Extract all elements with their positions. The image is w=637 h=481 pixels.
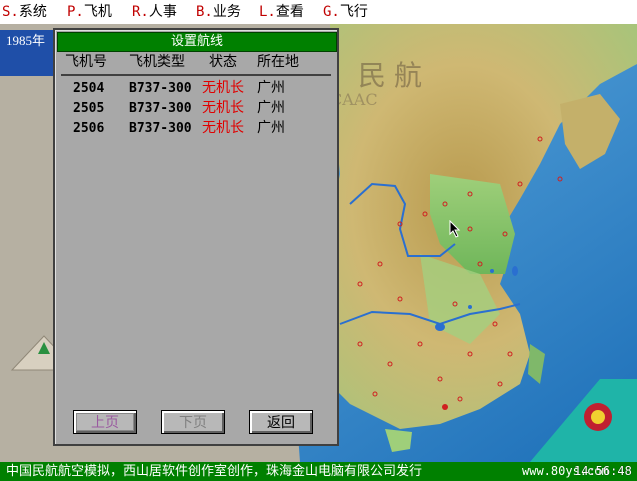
aircraft-type: B737-300: [129, 121, 192, 136]
dialog-title: 设置航线: [57, 32, 337, 52]
col-header-aircraft-no: 飞机号: [65, 54, 107, 70]
aircraft-row[interactable]: 2504 B737-300 无机长 广州: [55, 78, 337, 99]
menu-personnel-label: 人事: [148, 4, 177, 20]
menu-system[interactable]: S.系统: [2, 0, 47, 24]
game-clock: 14:56:48: [574, 464, 632, 478]
menu-personnel[interactable]: R.人事: [132, 0, 177, 24]
menu-view-hotkey: L.: [259, 4, 276, 20]
next-page-button[interactable]: 下页: [161, 410, 225, 434]
menu-system-label: 系统: [18, 4, 47, 20]
aircraft-row[interactable]: 2506 B737-300 无机长 广州: [55, 118, 337, 139]
prev-page-button[interactable]: 上页: [73, 410, 137, 434]
col-header-location: 所在地: [257, 54, 299, 70]
map-watermark: 民航: [358, 59, 431, 92]
aircraft-type: B737-300: [129, 101, 192, 116]
menu-business[interactable]: B.业务: [196, 0, 241, 24]
aircraft-id: 2506: [73, 121, 105, 136]
col-header-status: 状态: [209, 54, 237, 70]
menu-business-label: 业务: [212, 4, 241, 20]
aircraft-type: B737-300: [129, 81, 192, 96]
header-divider: [61, 74, 331, 76]
menu-view[interactable]: L.查看: [259, 0, 304, 24]
menu-view-label: 查看: [275, 4, 304, 20]
menu-flight-hotkey: G.: [323, 4, 340, 20]
col-header-aircraft-type: 飞机类型: [129, 54, 185, 70]
aircraft-id: 2505: [73, 101, 105, 116]
aircraft-status: 无机长: [202, 120, 244, 136]
aircraft-id: 2504: [73, 81, 105, 96]
menu-personnel-hotkey: R.: [132, 4, 149, 20]
status-bar: 中国民航航空模拟，西山居软件创作室创作，珠海金山电脑有限公司发行 www.80y…: [0, 462, 637, 481]
aircraft-location: 广州: [257, 120, 285, 136]
menu-flight-label: 飞行: [339, 4, 368, 20]
menu-aircraft-label: 飞机: [83, 4, 112, 20]
menu-system-hotkey: S.: [2, 4, 19, 20]
menu-aircraft-hotkey: P.: [67, 4, 84, 20]
back-button[interactable]: 返回: [249, 410, 313, 434]
aircraft-row[interactable]: 2505 B737-300 无机长 广州: [55, 98, 337, 119]
aircraft-location: 广州: [257, 80, 285, 96]
menu-bar: S.系统 P.飞机 R.人事 B.业务 L.查看 G.飞行: [0, 0, 637, 25]
menu-business-hotkey: B.: [196, 4, 213, 20]
year-indicator: 1985年: [0, 30, 60, 76]
aircraft-status: 无机长: [202, 100, 244, 116]
aircraft-location: 广州: [257, 100, 285, 116]
year-label: 1985年: [6, 33, 46, 48]
status-text: 中国民航航空模拟，西山居软件创作室创作，珠海金山电脑有限公司发行: [6, 464, 423, 479]
aircraft-status: 无机长: [202, 80, 244, 96]
menu-flight[interactable]: G.飞行: [323, 0, 368, 24]
set-route-dialog: 设置航线 飞机号 飞机类型 状态 所在地 2504 B737-300 无机长 广…: [53, 28, 339, 446]
mouse-cursor-icon: [449, 220, 461, 238]
menu-aircraft[interactable]: P.飞机: [67, 0, 112, 24]
